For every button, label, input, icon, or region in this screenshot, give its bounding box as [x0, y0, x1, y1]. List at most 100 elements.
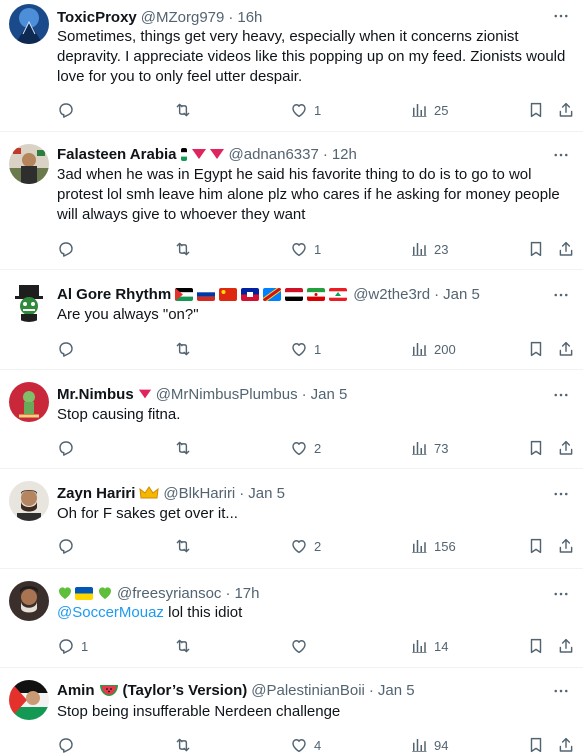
display-name[interactable]: Amin [57, 682, 95, 699]
retweet-button[interactable] [174, 438, 198, 458]
tweet-actions: 2 73 [57, 438, 577, 458]
user-handle[interactable]: @w2the3rd [353, 286, 430, 303]
display-name[interactable]: Al Gore Rhythm [57, 286, 171, 303]
avatar[interactable] [9, 581, 49, 621]
tweet-falasteen-arabia[interactable]: Falasteen Arabia @adnan6337 · 12h 3ad wh… [0, 132, 583, 270]
mention-link[interactable]: @SoccerMouaz [57, 604, 164, 621]
tweet-amin[interactable]: Amin (Taylor’s Version) @PalestinianBoii… [0, 668, 583, 755]
tweet-al-gore-rhythm[interactable]: Al Gore Rhythm @w2the3rd · Jan 5 Are you… [0, 270, 583, 370]
tweet-header: ToxicProxy @MZorg979 · 16h [57, 7, 543, 27]
like-button[interactable]: 4 [290, 735, 321, 755]
reply-button[interactable] [57, 438, 81, 458]
share-button[interactable] [557, 636, 575, 656]
user-handle[interactable]: @BlkHariri [163, 485, 235, 502]
tweet-text: Stop being insufferable Nerdeen challeng… [57, 703, 341, 720]
share-button[interactable] [557, 239, 575, 259]
retweet-icon [174, 340, 192, 358]
view-count: 14 [434, 638, 449, 654]
bookmark-button[interactable] [527, 536, 545, 556]
display-name-suffix[interactable]: (Taylor’s Version) [123, 682, 248, 699]
separator: · [434, 285, 440, 303]
reply-button[interactable] [57, 735, 81, 755]
views-button[interactable]: 14 [410, 636, 448, 656]
more-icon[interactable] [551, 285, 571, 305]
timestamp[interactable]: 16h [237, 9, 262, 26]
views-icon [410, 736, 428, 754]
more-icon[interactable] [551, 584, 571, 604]
avatar[interactable] [9, 4, 49, 44]
views-button[interactable]: 23 [410, 239, 448, 259]
reply-button[interactable] [57, 339, 81, 359]
display-name[interactable]: Falasteen Arabia [57, 146, 177, 163]
more-icon[interactable] [551, 145, 571, 165]
avatar[interactable] [9, 282, 49, 322]
view-count: 200 [434, 341, 456, 357]
like-button[interactable]: 2 [290, 438, 321, 458]
tweet-mr-nimbus[interactable]: Mr.Nimbus @MrNimbusPlumbus · Jan 5 Stop … [0, 370, 583, 469]
timestamp[interactable]: Jan 5 [311, 386, 348, 403]
more-icon[interactable] [551, 6, 571, 26]
tweet-actions: 4 94 [57, 735, 577, 755]
retweet-button[interactable] [174, 339, 198, 359]
user-handle[interactable]: @PalestinianBoii [251, 682, 365, 699]
bookmark-button[interactable] [527, 735, 545, 755]
display-name[interactable]: Mr.Nimbus [57, 386, 134, 403]
user-handle[interactable]: @freesyriansoc [117, 585, 221, 602]
more-icon[interactable] [551, 484, 571, 504]
display-name[interactable]: Zayn Hariri [57, 485, 135, 502]
user-handle[interactable]: @MZorg979 [141, 9, 225, 26]
like-button[interactable]: 1 [290, 100, 321, 120]
views-button[interactable]: 25 [410, 100, 448, 120]
more-icon[interactable] [551, 681, 571, 701]
user-handle[interactable]: @adnan6337 [229, 146, 319, 163]
display-name[interactable]: ToxicProxy [57, 9, 137, 26]
like-button[interactable] [290, 636, 314, 656]
avatar[interactable] [9, 481, 49, 521]
share-button[interactable] [557, 536, 575, 556]
bookmark-button[interactable] [527, 100, 545, 120]
timestamp[interactable]: Jan 5 [378, 682, 415, 699]
bookmark-button[interactable] [527, 636, 545, 656]
views-button[interactable]: 200 [410, 339, 456, 359]
reply-button[interactable]: 1 [57, 636, 88, 656]
tweet-header: Al Gore Rhythm @w2the3rd · Jan 5 [57, 284, 543, 304]
reply-button[interactable] [57, 536, 81, 556]
avatar[interactable] [9, 382, 49, 422]
share-icon [557, 340, 575, 358]
red-triangle-icon [138, 389, 151, 399]
avatar[interactable] [9, 680, 49, 720]
retweet-icon [174, 240, 192, 258]
bookmark-button[interactable] [527, 438, 545, 458]
retweet-button[interactable] [174, 100, 198, 120]
tweet-zayn-hariri[interactable]: Zayn Hariri @BlkHariri · Jan 5 Oh for F … [0, 469, 583, 569]
share-button[interactable] [557, 438, 575, 458]
like-button[interactable]: 1 [290, 339, 321, 359]
reply-button[interactable] [57, 100, 81, 120]
timestamp[interactable]: 12h [332, 146, 357, 163]
share-button[interactable] [557, 339, 575, 359]
share-button[interactable] [557, 100, 575, 120]
tweet-toxicproxy[interactable]: ToxicProxy @MZorg979 · 16h Sometimes, th… [0, 0, 583, 132]
like-button[interactable]: 1 [290, 239, 321, 259]
more-icon[interactable] [551, 385, 571, 405]
like-button[interactable]: 2 [290, 536, 321, 556]
avatar[interactable] [9, 144, 49, 184]
views-button[interactable]: 73 [410, 438, 448, 458]
retweet-button[interactable] [174, 239, 198, 259]
retweet-button[interactable] [174, 735, 198, 755]
views-button[interactable]: 94 [410, 735, 448, 755]
bookmark-button[interactable] [527, 239, 545, 259]
timestamp[interactable]: 17h [234, 585, 259, 602]
share-button[interactable] [557, 735, 575, 755]
retweet-button[interactable] [174, 636, 198, 656]
user-handle[interactable]: @MrNimbusPlumbus [156, 386, 298, 403]
reply-button[interactable] [57, 239, 81, 259]
tweet-freesyriansoc[interactable]: @freesyriansoc · 17h @SoccerMouaz lol th… [0, 569, 583, 668]
bookmark-button[interactable] [527, 339, 545, 359]
timestamp[interactable]: Jan 5 [248, 485, 285, 502]
retweet-button[interactable] [174, 536, 198, 556]
views-button[interactable]: 156 [410, 536, 456, 556]
iran-flag-icon [307, 287, 326, 301]
timestamp[interactable]: Jan 5 [443, 286, 480, 303]
view-count: 25 [434, 102, 449, 118]
